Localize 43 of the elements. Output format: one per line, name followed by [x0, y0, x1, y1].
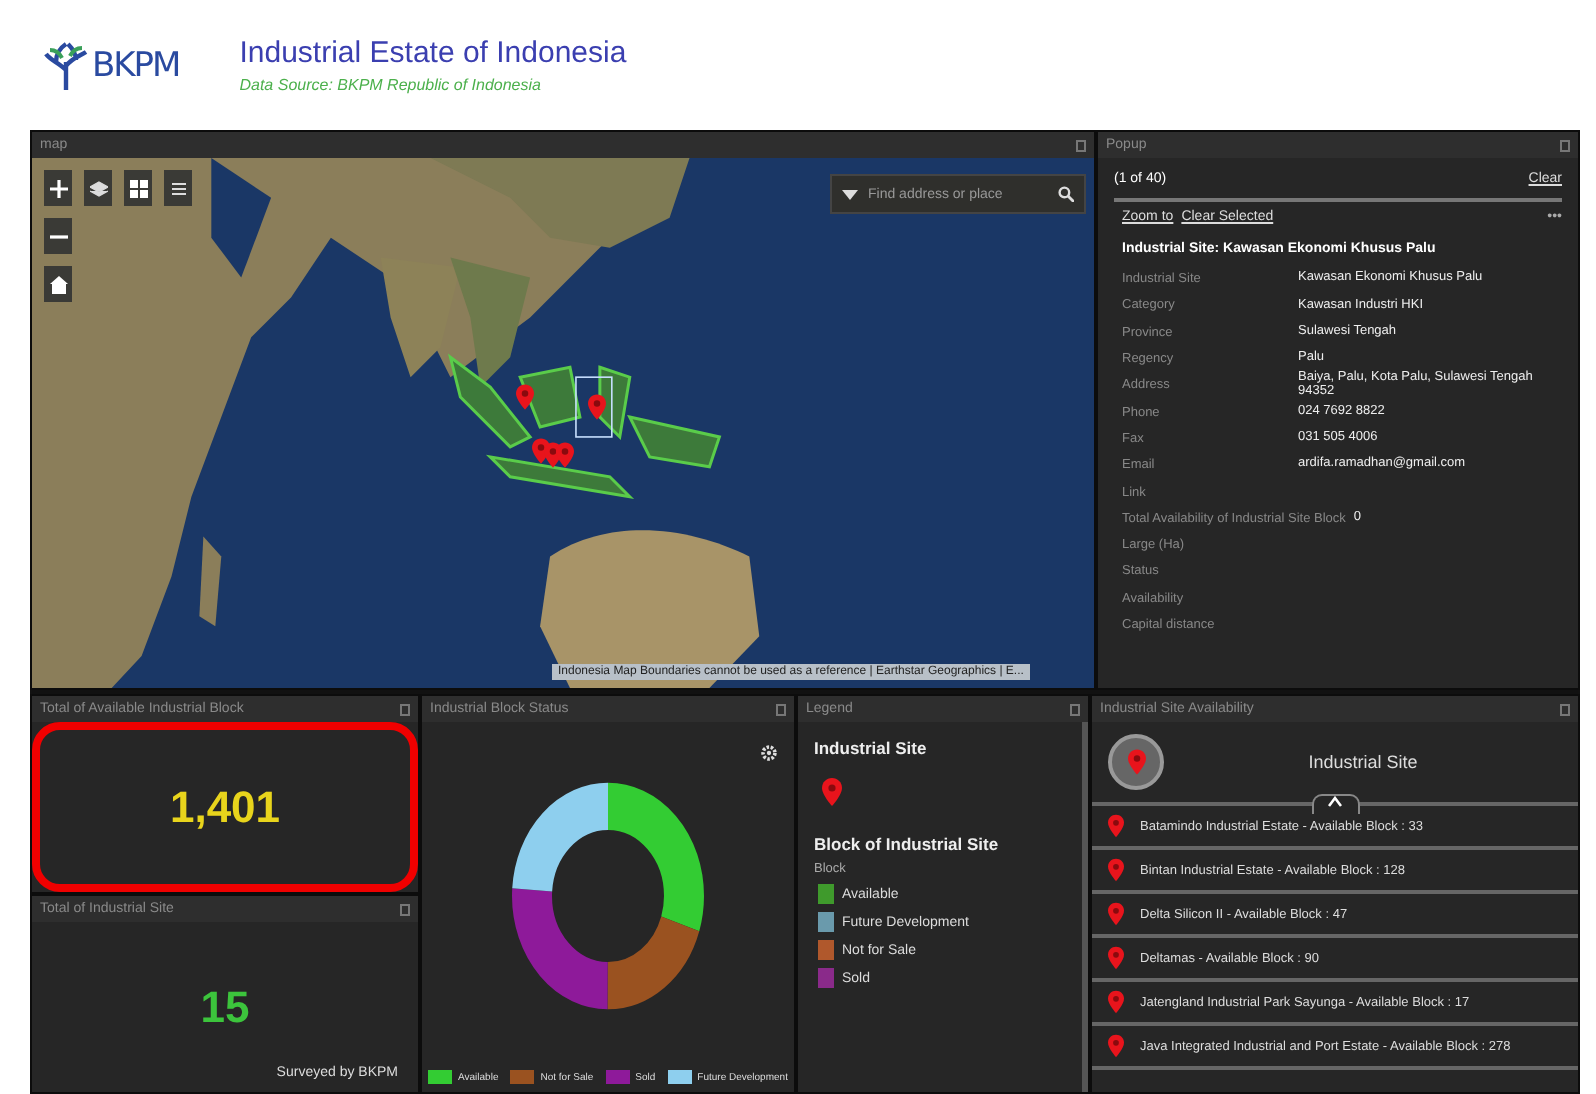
settings-icon[interactable] — [760, 744, 778, 762]
data-source-text: Data Source: BKPM Republic of Indonesia — [239, 76, 543, 94]
map-pin-icon — [1108, 814, 1124, 838]
logo-icon — [44, 41, 88, 89]
list-button[interactable] — [164, 170, 192, 206]
grid-icon — [129, 179, 147, 197]
maximize-icon[interactable] — [1560, 703, 1570, 715]
dropdown-caret-icon[interactable] — [842, 186, 858, 202]
app-title: Industrial Estate of Indonesia — [239, 36, 627, 70]
maximize-icon[interactable] — [776, 703, 786, 715]
zoom-in-icon — [49, 179, 67, 197]
availability-heading: Industrial Site — [1306, 752, 1420, 772]
layers-button[interactable] — [84, 170, 112, 206]
kpi-value: 1,401 — [169, 781, 281, 833]
map-pin-icon — [822, 778, 842, 806]
grid-button[interactable] — [124, 170, 152, 206]
map-pin-icon — [516, 384, 534, 410]
legend-heading: Block of Industrial Site — [814, 834, 1001, 854]
map-pin-icon — [588, 394, 606, 420]
zoom-out-button[interactable] — [44, 218, 72, 254]
zoom-in-button[interactable] — [44, 170, 72, 206]
maximize-icon[interactable] — [1560, 139, 1570, 151]
home-icon — [49, 275, 67, 293]
collapse-button[interactable] — [1311, 794, 1359, 814]
legend-heading: Industrial Site — [814, 738, 929, 758]
map-pin-icon — [1108, 1034, 1124, 1058]
layers-icon — [89, 179, 107, 197]
kpi-value: 15 — [200, 981, 250, 1033]
maximize-icon[interactable] — [1070, 703, 1080, 715]
maximize-icon[interactable] — [1076, 139, 1086, 151]
chevron-up-icon — [1328, 796, 1342, 808]
map-pin-icon — [1108, 946, 1124, 970]
maximize-icon[interactable] — [400, 703, 410, 715]
list-icon — [169, 179, 187, 197]
home-button[interactable] — [44, 266, 72, 302]
map-pin-icon — [1108, 990, 1124, 1014]
map-pin-icon — [1108, 902, 1124, 926]
logo-text: BKPM — [92, 45, 180, 85]
map-pin-icon — [556, 442, 574, 468]
map-pin-icon — [1108, 858, 1124, 882]
search-icon[interactable] — [1058, 186, 1074, 202]
maximize-icon[interactable] — [400, 903, 410, 915]
site-avatar-icon — [1108, 734, 1164, 790]
